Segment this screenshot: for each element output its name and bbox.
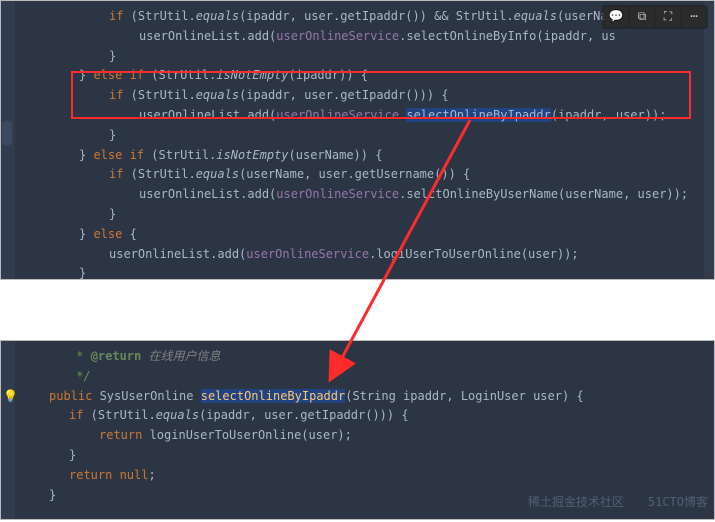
more-button[interactable]: ⋯ bbox=[682, 7, 706, 27]
code-line[interactable]: public SysUserOnline selectOnlineByIpadd… bbox=[19, 387, 714, 407]
watermark: 稀土掘金技术社区 bbox=[528, 493, 624, 513]
code-line[interactable]: userOnlineList.add(userOnlineService.sel… bbox=[19, 106, 714, 126]
code-line[interactable]: } bbox=[19, 446, 714, 466]
intention-bulb-icon[interactable]: 💡 bbox=[3, 387, 18, 407]
code-line[interactable]: } bbox=[19, 264, 714, 284]
watermark: 51CTO博客 bbox=[648, 493, 708, 513]
code-line[interactable]: userOnlineList.add(userOnlineService.log… bbox=[19, 245, 714, 265]
code-line[interactable]: userOnlineList.add(userOnlineService.sel… bbox=[19, 27, 714, 47]
gutter-right bbox=[704, 1, 714, 279]
fullscreen-button[interactable]: ⛶ bbox=[656, 7, 680, 27]
code-line[interactable]: if (StrUtil.equals(ipaddr, user.getIpadd… bbox=[19, 406, 714, 426]
code-editor-top[interactable]: 💬 ⧉ ⛶ ⋯ if (StrUtil.equals(ipaddr, user.… bbox=[0, 0, 715, 280]
editor-toolbar: 💬 ⧉ ⛶ ⋯ bbox=[602, 5, 708, 29]
code-line[interactable]: } else { bbox=[19, 225, 714, 245]
code-line[interactable]: return null; bbox=[19, 466, 714, 486]
code-editor-bottom[interactable]: 💡 * @return 在线用户信息 */ public SysUserOnli… bbox=[0, 340, 715, 520]
code-line[interactable]: } else if (StrUtil.isNotEmpty(userName))… bbox=[19, 146, 714, 166]
code-line[interactable]: } bbox=[19, 47, 714, 67]
gutter-left bbox=[1, 341, 15, 519]
code-line[interactable]: if (StrUtil.equals(userName, user.getUse… bbox=[19, 165, 714, 185]
code-line[interactable]: userOnlineList.add(userOnlineService.sel… bbox=[19, 185, 714, 205]
code-line[interactable]: return loginUserToUserOnline(user); bbox=[19, 426, 714, 446]
comment-button[interactable]: 💬 bbox=[604, 7, 628, 27]
fold-handle[interactable] bbox=[2, 121, 12, 145]
code-line[interactable]: } else if (StrUtil.isNotEmpty(ipaddr)) { bbox=[19, 66, 714, 86]
copy-button[interactable]: ⧉ bbox=[630, 7, 654, 27]
code-line[interactable]: * @return 在线用户信息 bbox=[19, 347, 714, 367]
code-line[interactable]: if (StrUtil.equals(ipaddr, user.getIpadd… bbox=[19, 86, 714, 106]
code-line[interactable]: } bbox=[19, 205, 714, 225]
code-line[interactable]: */ bbox=[19, 367, 714, 387]
code-line[interactable]: } bbox=[19, 126, 714, 146]
